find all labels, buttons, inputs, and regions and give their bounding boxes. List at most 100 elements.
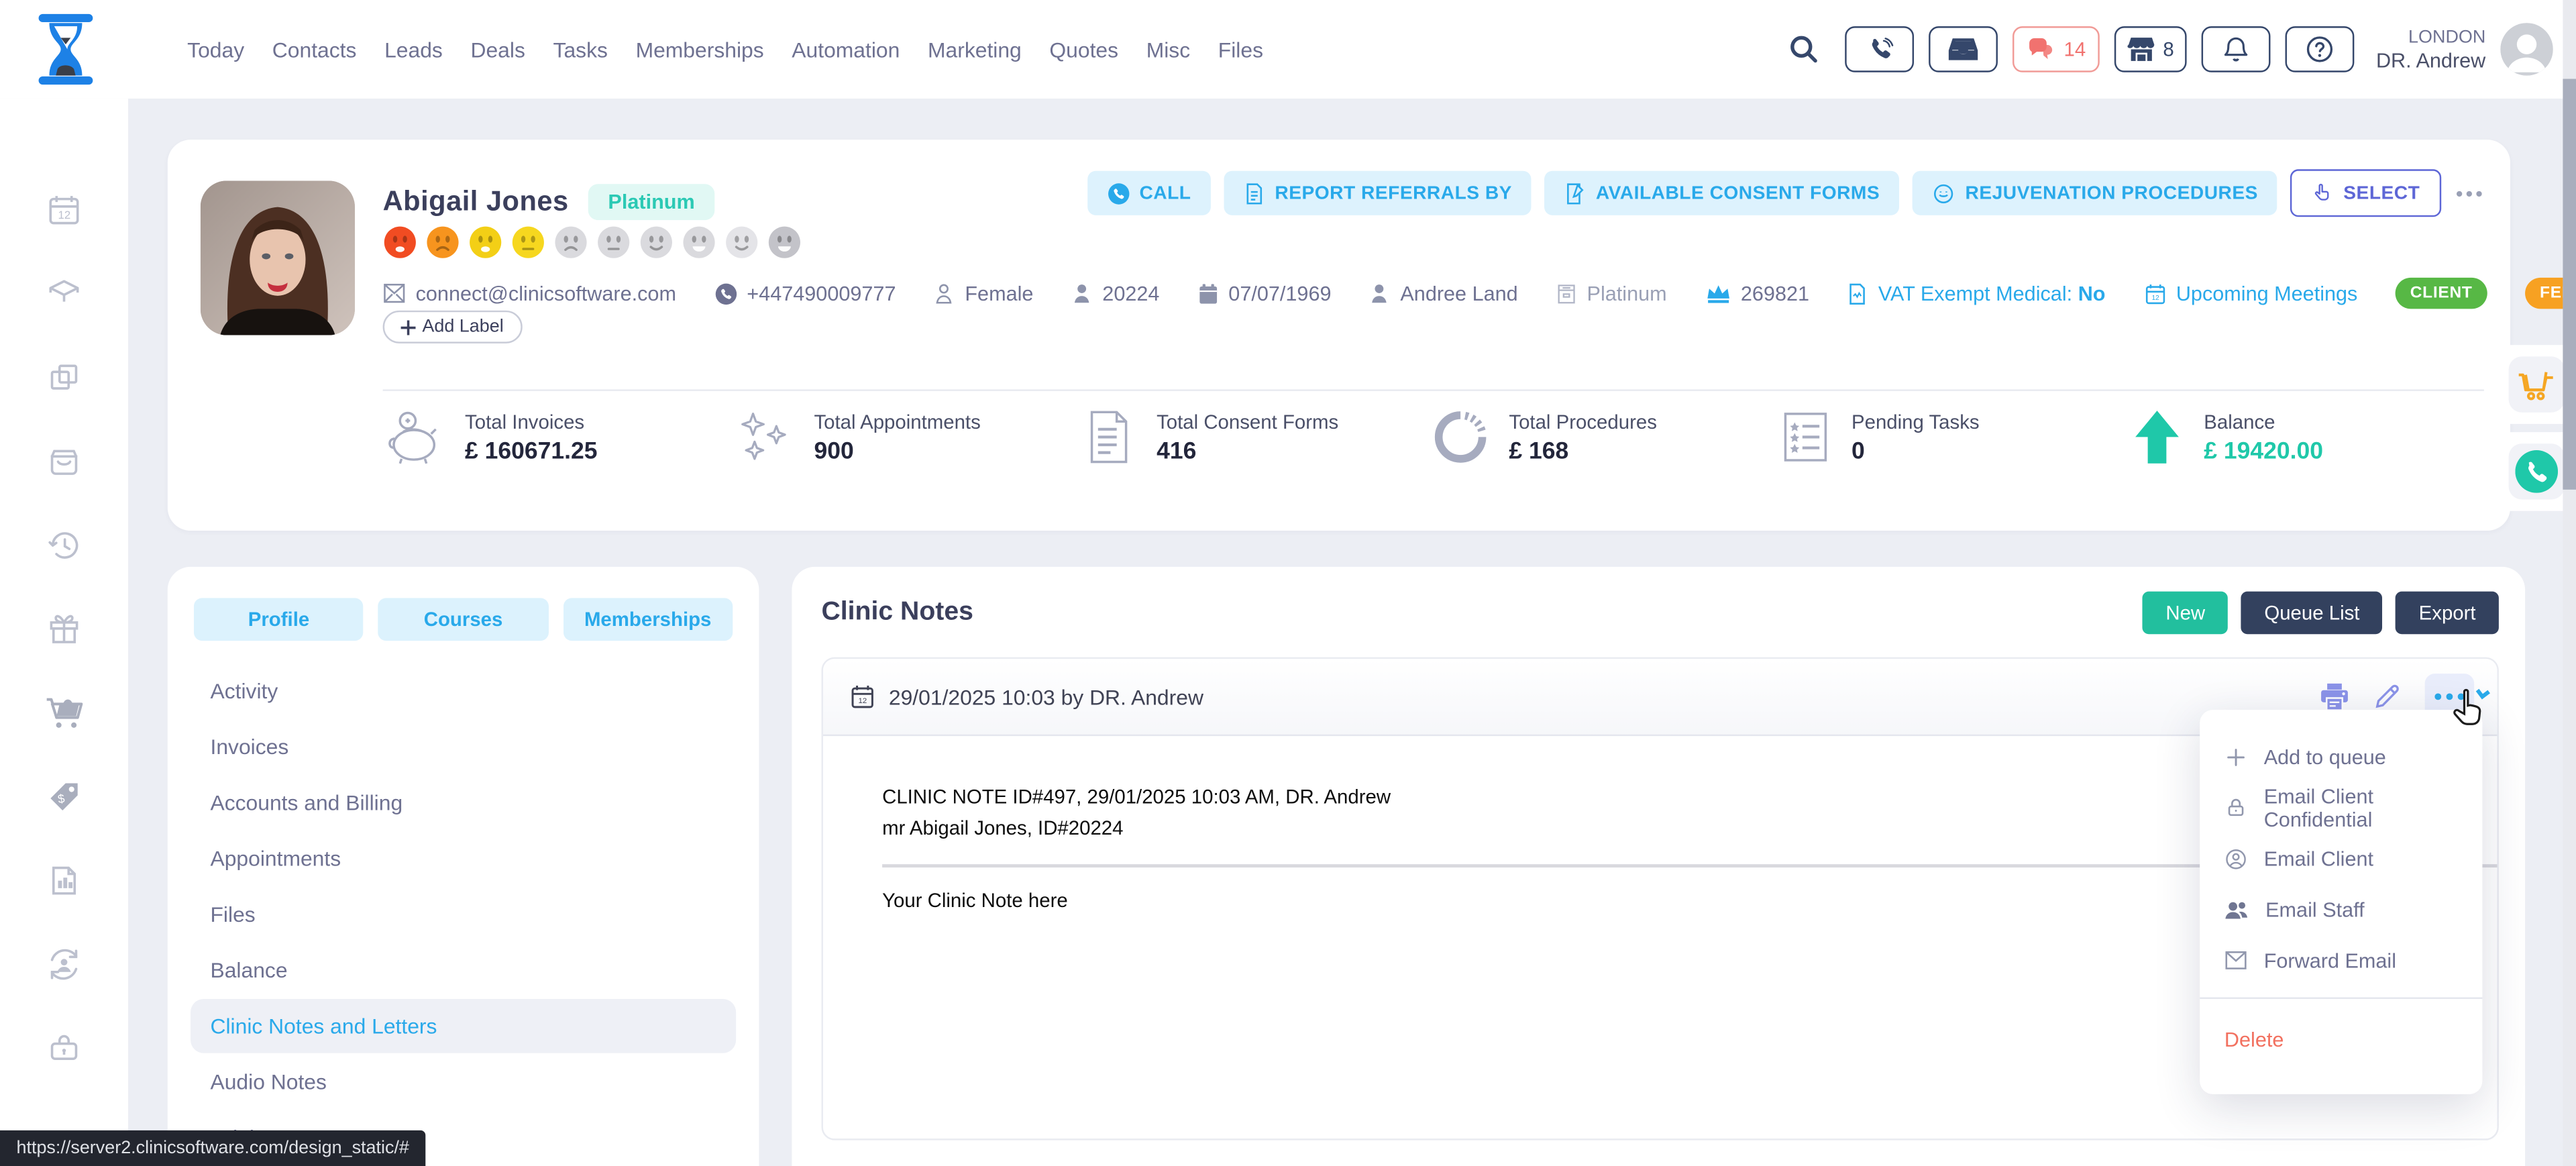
user-avatar[interactable] <box>2500 23 2553 75</box>
nav-memberships[interactable]: Memberships <box>636 37 764 62</box>
nav-marketing[interactable]: Marketing <box>928 37 1022 62</box>
user-block[interactable]: LONDON DR. Andrew <box>2376 26 2485 72</box>
mood-8-icon[interactable] <box>682 225 716 260</box>
client-profile-card: Abigail Jones Platinum CALL REPORT REFER… <box>168 140 2510 531</box>
gender-item: Female <box>934 282 1034 305</box>
add-label-button[interactable]: Add Label <box>383 311 522 343</box>
plus-icon <box>2224 745 2247 768</box>
vat-exempt-link[interactable]: VAT Exempt Medical: No <box>1847 282 2105 305</box>
rail-orders-bag-icon[interactable] <box>46 443 83 480</box>
email-item[interactable]: connect@clinicsoftware.com <box>383 282 676 305</box>
consent-form-icon <box>1564 182 1586 205</box>
rail-history-icon[interactable] <box>46 527 83 564</box>
tab-profile[interactable]: Profile <box>194 598 364 641</box>
call-button-label: CALL <box>1139 183 1191 203</box>
new-note-button[interactable]: New <box>2143 592 2228 635</box>
mood-2-icon[interactable] <box>425 225 460 260</box>
stat-total-procedures: Total Procedures £ 168 <box>1430 407 1779 466</box>
scrollbar-thumb[interactable] <box>2563 79 2576 490</box>
menu-item-label: Email Staff <box>2265 898 2364 920</box>
more-actions-icon[interactable] <box>2455 178 2484 208</box>
menu-item-audio-notes[interactable]: Audio Notes <box>191 1055 736 1109</box>
call-button[interactable]: CALL <box>1087 171 1211 215</box>
rail-cart-icon[interactable] <box>44 695 84 731</box>
rail-pricetag-icon[interactable]: $ <box>46 779 83 815</box>
main-nav: Today Contacts Leads Deals Tasks Members… <box>187 0 1263 99</box>
nav-automation[interactable]: Automation <box>792 37 900 62</box>
nav-leads[interactable]: Leads <box>384 37 443 62</box>
nav-today[interactable]: Today <box>187 37 244 62</box>
menu-email-staff[interactable]: Email Staff <box>2200 884 2482 935</box>
search-icon[interactable] <box>1788 33 1821 66</box>
mood-3-icon[interactable] <box>468 225 502 260</box>
profile-menu-card: Profile Courses Memberships Activity Inv… <box>168 567 759 1166</box>
menu-delete[interactable]: Delete <box>2200 1014 2482 1065</box>
menu-item-balance[interactable]: Balance <box>191 943 736 998</box>
mood-9-icon[interactable] <box>724 225 759 260</box>
client-photo[interactable] <box>201 180 355 335</box>
menu-email-client[interactable]: Email Client <box>2200 833 2482 884</box>
menu-item-invoices[interactable]: Invoices <box>191 720 736 774</box>
upcoming-meetings-link[interactable]: 12 Upcoming Meetings <box>2143 282 2358 305</box>
select-button[interactable]: SELECT <box>2291 169 2441 217</box>
floating-cart-button[interactable] <box>2509 356 2565 412</box>
menu-divider <box>2200 998 2482 999</box>
rail-calendar-icon[interactable]: 12 <box>46 193 83 229</box>
menu-email-client-confidential[interactable]: Email Client Confidential <box>2200 782 2482 833</box>
rail-report-icon[interactable] <box>46 863 83 899</box>
rail-package-icon[interactable] <box>46 276 83 312</box>
nav-files[interactable]: Files <box>1218 37 1263 62</box>
rail-gift-icon[interactable] <box>46 611 83 647</box>
mood-4-icon[interactable] <box>511 225 545 260</box>
store-button[interactable]: 8 <box>2114 26 2187 72</box>
notifications-button[interactable] <box>2202 26 2271 72</box>
menu-forward-email[interactable]: Forward Email <box>2200 935 2482 986</box>
mood-6-icon[interactable] <box>596 225 631 260</box>
export-button[interactable]: Export <box>2396 592 2499 635</box>
mood-5-icon[interactable] <box>553 225 588 260</box>
nav-quotes[interactable]: Quotes <box>1049 37 1118 62</box>
mood-1-icon[interactable] <box>383 225 417 260</box>
mood-7-icon[interactable] <box>639 225 674 260</box>
phone-button[interactable] <box>1845 26 1915 72</box>
nav-misc[interactable]: Misc <box>1146 37 1190 62</box>
scrollbar-track[interactable] <box>2563 0 2576 1166</box>
tab-courses[interactable]: Courses <box>378 598 548 641</box>
floating-phone-button[interactable] <box>2509 443 2565 499</box>
queue-list-button[interactable]: Queue List <box>2241 592 2383 635</box>
nav-tasks[interactable]: Tasks <box>553 37 608 62</box>
client-badge: CLIENT <box>2396 278 2487 309</box>
menu-item-appointments[interactable]: Appointments <box>191 831 736 886</box>
consent-forms-button[interactable]: AVAILABLE CONSENT FORMS <box>1545 171 1900 215</box>
inbox-button[interactable] <box>1929 26 1998 72</box>
stat-label: Total Procedures <box>1509 410 1657 433</box>
mood-10-icon[interactable] <box>767 225 802 260</box>
top-bar: Today Contacts Leads Deals Tasks Members… <box>0 0 2576 99</box>
phone-item[interactable]: +447490009777 <box>714 282 896 305</box>
report-referrals-button[interactable]: REPORT REFERRALS BY <box>1224 171 1532 215</box>
calendar-12-icon: 12 <box>2143 282 2166 305</box>
rail-client-sync-icon[interactable] <box>46 947 83 983</box>
chat-button[interactable]: 14 <box>2013 26 2099 72</box>
rail-copy-icon[interactable] <box>46 360 83 396</box>
edit-pencil-icon[interactable] <box>2372 682 2402 711</box>
menu-add-to-queue[interactable]: Add to queue <box>2200 731 2482 782</box>
rejuvenation-button[interactable]: REJUVENATION PROCEDURES <box>1913 171 2277 215</box>
contact-info-row: connect@clinicsoftware.com +447490009777… <box>383 278 2487 309</box>
tab-memberships[interactable]: Memberships <box>563 598 733 641</box>
help-button[interactable] <box>2286 26 2355 72</box>
lock-icon <box>2224 796 2247 819</box>
clinicsoftware-logo-icon[interactable] <box>36 13 95 86</box>
rejuvenation-icon <box>1933 182 1955 205</box>
menu-item-clinic-notes[interactable]: Clinic Notes and Letters <box>191 999 736 1053</box>
menu-item-accounts-billing[interactable]: Accounts and Billing <box>191 776 736 830</box>
rail-lock-case-icon[interactable] <box>46 1030 83 1067</box>
nav-deals[interactable]: Deals <box>470 37 525 62</box>
nav-contacts[interactable]: Contacts <box>272 37 357 62</box>
stat-value: £ 168 <box>1509 438 1657 464</box>
menu-item-files[interactable]: Files <box>191 887 736 941</box>
print-icon[interactable] <box>2320 683 2349 711</box>
note-date-author: 29/01/2025 10:03 by DR. Andrew <box>889 684 1203 709</box>
status-url-tooltip: https://server2.clinicsoftware.com/desig… <box>0 1130 425 1166</box>
menu-item-activity[interactable]: Activity <box>191 664 736 718</box>
